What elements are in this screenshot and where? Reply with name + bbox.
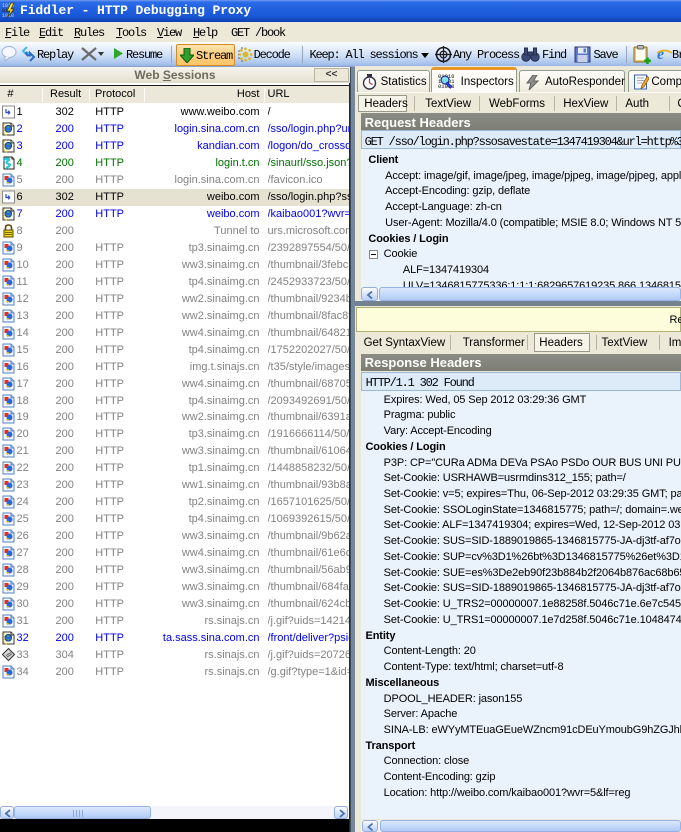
svg-text:e: e [657, 46, 664, 63]
